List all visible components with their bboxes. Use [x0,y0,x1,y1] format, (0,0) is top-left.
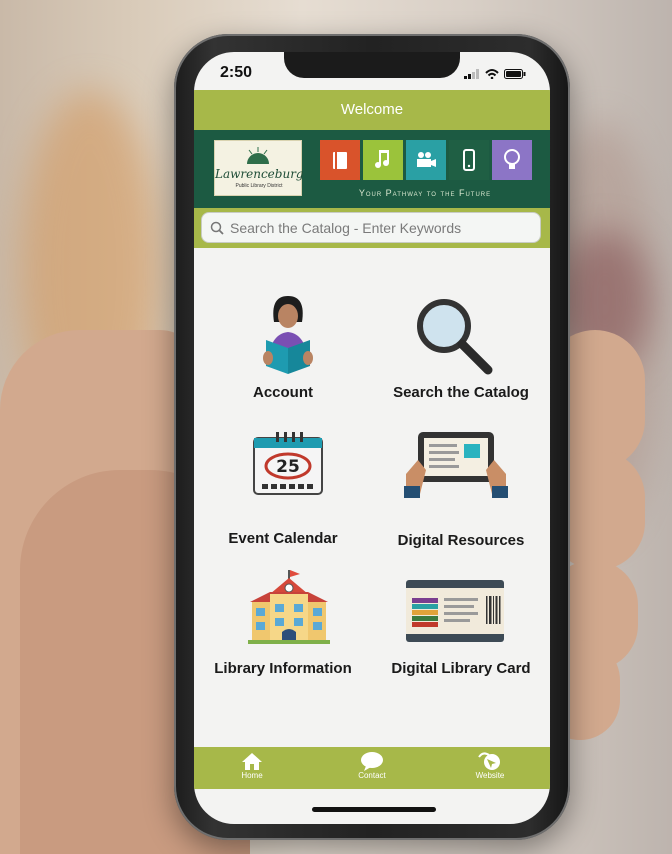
nav-contact[interactable]: Contact [332,751,412,780]
search-icon [210,221,224,235]
home-icon [212,751,292,771]
chat-bubble-icon [332,751,412,771]
library-banner: Lawrenceburg Public Library District You… [194,130,550,208]
search-placeholder: Search the Catalog - Enter Keywords [230,219,462,236]
nav-contact-label: Contact [358,771,386,780]
library-information-label: Library Information [214,660,352,677]
globe-cursor-icon [450,751,530,771]
battery-icon [504,66,526,84]
phone-notch [284,52,460,78]
bottom-nav: Home Contact Website [194,747,550,789]
school-building-icon [248,570,330,644]
library-card-icon [406,580,504,642]
lightbulb-icon [492,140,532,180]
library-logo: Lawrenceburg Public Library District [214,140,304,196]
search-catalog-button[interactable]: Search the Catalog [372,248,550,418]
digital-resources-button[interactable]: Digital Resources [372,420,550,570]
nav-website[interactable]: Website [450,751,530,780]
nav-website-label: Website [475,771,505,780]
account-button[interactable]: Account [194,248,372,418]
search-bar: Search the Catalog - Enter Keywords [194,208,550,248]
nav-home[interactable]: Home [212,751,292,780]
signal-icon [464,66,480,84]
event-calendar-label: Event Calendar [228,530,338,547]
reader-icon [263,296,313,374]
account-label: Account [253,384,313,401]
menu-grid: Account Search the Catalog 25 Event Cale… [194,248,550,748]
tablet-icon [404,432,508,498]
page-title: Welcome [194,90,550,130]
book-icon [320,140,360,180]
phone-icon [449,140,489,180]
magnifier-icon [417,299,493,375]
event-calendar-button[interactable]: 25 Event Calendar [194,420,372,570]
wifi-icon [485,66,499,84]
calendar-day: 25 [276,457,300,477]
search-catalog-label: Search the Catalog [393,384,529,401]
search-input[interactable]: Search the Catalog - Enter Keywords [201,212,541,243]
app-screen: 2:50 Welcome Lawrenceburg Public Library… [194,52,550,824]
library-information-button[interactable]: Library Information [194,570,372,700]
digital-resources-label: Digital Resources [397,532,525,549]
video-camera-icon [406,140,446,180]
home-indicator[interactable] [312,807,436,812]
nav-home-label: Home [241,771,263,780]
calendar-icon: 25 [253,432,323,495]
banner-tagline: Your Pathway to the Future [358,188,492,198]
status-time: 2:50 [220,64,253,81]
music-note-icon [363,140,403,180]
digital-library-card-label: Digital Library Card [391,660,531,677]
digital-library-card-button[interactable]: Digital Library Card [372,570,550,700]
